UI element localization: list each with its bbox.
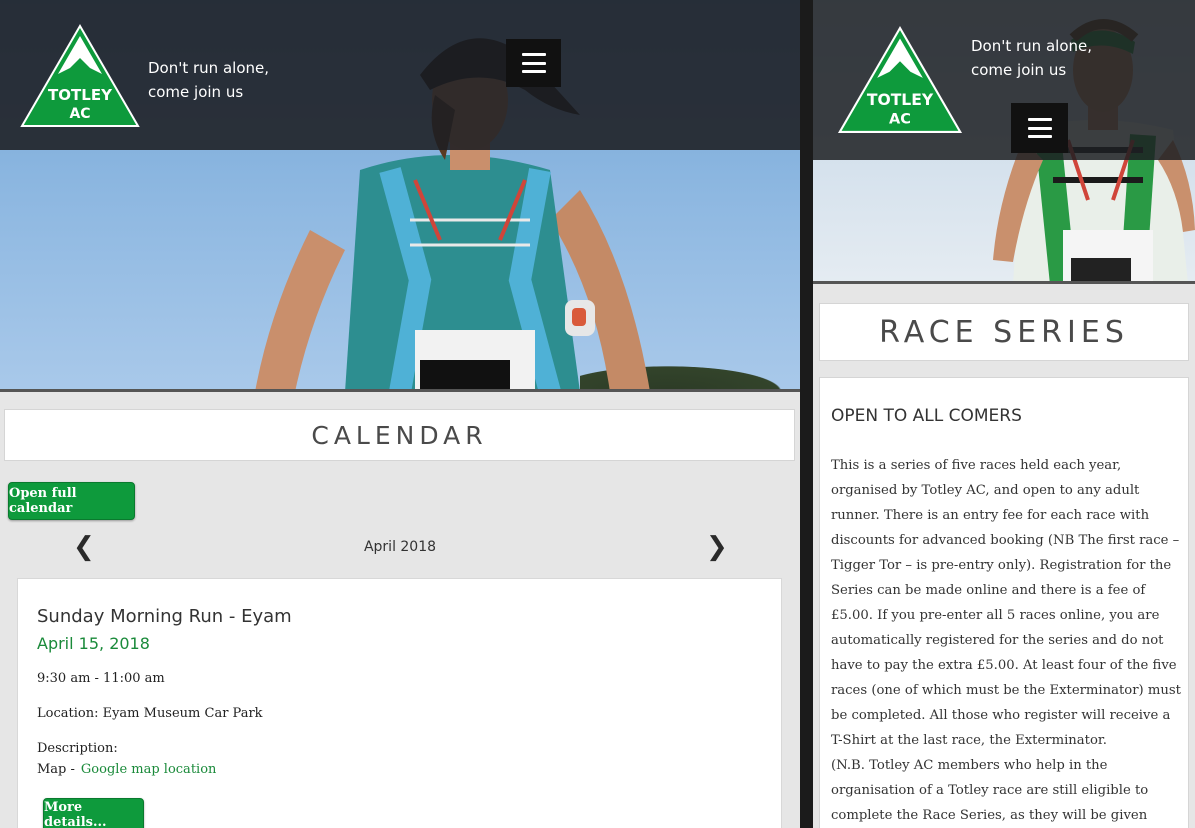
event-title[interactable]: Sunday Morning Run - Eyam <box>37 606 292 627</box>
svg-text:AC: AC <box>889 112 911 128</box>
race-series-article: OPEN TO ALL COMERS This is a series of f… <box>819 377 1189 828</box>
tagline-line-2: come join us <box>148 83 244 101</box>
totley-ac-logo[interactable]: TOTLEY AC <box>837 26 963 134</box>
article-note-text: (N.B. Totley AC members who help in the … <box>831 758 1149 823</box>
event-location: Location: Eyam Museum Car Park <box>37 706 263 721</box>
svg-text:AC: AC <box>69 106 90 122</box>
article-heading: OPEN TO ALL COMERS <box>831 406 1022 426</box>
article-body: This is a series of five races held each… <box>831 453 1183 828</box>
hamburger-icon <box>1027 118 1052 138</box>
event-time: 9:30 am - 11:00 am <box>37 671 165 686</box>
svg-text:TOTLEY: TOTLEY <box>867 91 934 109</box>
event-date: April 15, 2018 <box>37 634 150 653</box>
more-details-button[interactable]: More details... <box>43 798 144 828</box>
calendar-page-screenshot: TOTLEY AC Don't run alone, come join us … <box>0 0 800 828</box>
page-title: CALENDAR <box>4 409 795 461</box>
chevron-right-icon[interactable]: ❯ <box>706 534 728 560</box>
event-card: Sunday Morning Run - Eyam April 15, 2018… <box>17 578 782 828</box>
page-title: RACE SERIES <box>819 303 1189 361</box>
totley-ac-logo[interactable]: TOTLEY AC <box>20 24 140 128</box>
svg-text:TOTLEY: TOTLEY <box>48 86 113 104</box>
event-map-label: Map - <box>37 762 75 777</box>
hamburger-menu-button[interactable] <box>506 39 561 87</box>
chevron-left-icon[interactable]: ❮ <box>73 534 95 560</box>
hero-banner: TOTLEY AC Don't run alone, come join us <box>0 0 800 392</box>
tagline-line-2: come join us <box>971 61 1067 79</box>
calendar-month-nav: ❮ April 2018 ❯ <box>0 530 800 564</box>
screenshot-divider <box>800 0 813 828</box>
tagline-line-1: Don't run alone, <box>971 37 1092 55</box>
hero-banner: TOTLEY AC Don't run alone, come join us <box>813 0 1195 284</box>
tagline: Don't run alone, come join us <box>148 56 308 104</box>
hero-divider <box>813 281 1195 284</box>
logo-triangle-icon: TOTLEY AC <box>20 24 140 127</box>
race-series-page-screenshot: TOTLEY AC Don't run alone, come join us … <box>813 0 1195 828</box>
event-description-label: Description: <box>37 741 118 756</box>
tagline: Don't run alone, come join us <box>971 34 1151 82</box>
hamburger-icon <box>521 53 546 73</box>
open-full-calendar-button[interactable]: Open full calendar <box>8 482 135 520</box>
logo-triangle-icon: TOTLEY AC <box>837 26 963 133</box>
article-body-text: This is a series of five races held each… <box>831 458 1181 748</box>
tagline-line-1: Don't run alone, <box>148 59 269 77</box>
google-map-link[interactable]: Google map location <box>81 762 216 777</box>
current-month-label: April 2018 <box>363 539 437 555</box>
hamburger-menu-button[interactable] <box>1011 103 1068 153</box>
event-map-row: Map - Google map location <box>37 762 216 777</box>
hero-divider <box>0 389 800 392</box>
